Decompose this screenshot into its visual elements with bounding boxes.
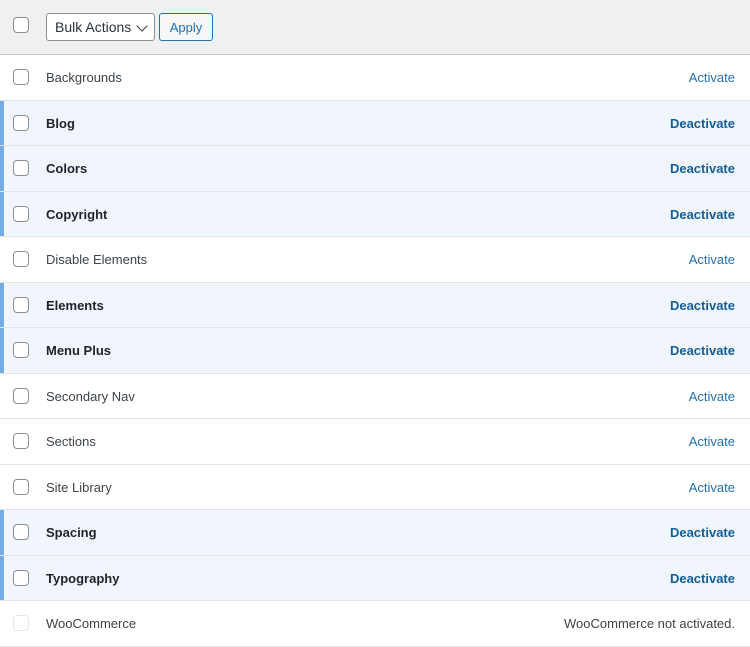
module-row: WooCommerce WooCommerce not activated.: [0, 601, 750, 647]
module-name: Sections: [46, 434, 96, 449]
module-action-link[interactable]: Activate: [689, 465, 735, 510]
apply-button[interactable]: Apply: [159, 13, 213, 41]
module-checkbox[interactable]: [13, 205, 29, 222]
module-name: Typography: [46, 570, 120, 586]
module-row: Site Library Activate: [0, 464, 750, 510]
module-row: Colors Deactivate: [0, 146, 750, 192]
chevron-down-icon: [136, 20, 148, 32]
module-checkbox[interactable]: [13, 387, 29, 404]
module-rows: Backgrounds Activate Blog Deactivate Col…: [0, 55, 750, 647]
module-action-link[interactable]: Deactivate: [670, 101, 735, 146]
module-row: Secondary Nav Activate: [0, 373, 750, 419]
module-name: Colors: [46, 161, 88, 176]
module-checkbox[interactable]: [13, 114, 29, 131]
module-action-link[interactable]: Activate: [689, 374, 735, 419]
module-checkbox[interactable]: [13, 342, 29, 358]
module-row: Menu Plus Deactivate: [0, 328, 750, 374]
bulk-actions-toolbar: Bulk Actions Apply: [0, 0, 750, 55]
module-row: Sections Activate: [0, 419, 750, 465]
module-checkbox[interactable]: [13, 478, 29, 495]
module-action-link[interactable]: Deactivate: [670, 328, 735, 373]
module-name: Elements: [46, 297, 104, 313]
select-all-checkbox[interactable]: [13, 17, 29, 33]
module-action-link[interactable]: Deactivate: [670, 510, 735, 555]
module-action-link[interactable]: Deactivate: [670, 146, 735, 191]
module-checkbox[interactable]: [13, 160, 29, 176]
module-name: Blog: [46, 115, 75, 131]
module-status-text: WooCommerce not activated.: [564, 616, 735, 631]
module-name: Site Library: [46, 479, 112, 495]
module-action-link[interactable]: Deactivate: [670, 192, 735, 237]
module-action-link[interactable]: Deactivate: [670, 556, 735, 601]
module-checkbox[interactable]: [13, 569, 29, 586]
module-row: Elements Deactivate: [0, 282, 750, 328]
bulk-actions-select[interactable]: Bulk Actions: [46, 13, 155, 41]
module-checkbox[interactable]: [13, 433, 29, 449]
module-row: Disable Elements Activate: [0, 237, 750, 283]
module-name: WooCommerce: [46, 616, 137, 631]
module-action-link[interactable]: Deactivate: [670, 283, 735, 328]
module-checkbox: [13, 615, 29, 631]
module-name: Copyright: [46, 206, 108, 222]
module-checkbox[interactable]: [13, 69, 29, 85]
module-action-link[interactable]: Activate: [689, 55, 735, 100]
module-row: Copyright Deactivate: [0, 191, 750, 237]
module-row: Spacing Deactivate: [0, 510, 750, 556]
bulk-actions-label: Bulk Actions: [55, 19, 132, 35]
modules-list: Bulk Actions Apply Backgrounds Activate …: [0, 0, 750, 647]
module-name: Spacing: [46, 525, 97, 540]
module-name: Backgrounds: [46, 70, 122, 85]
module-checkbox[interactable]: [13, 251, 29, 267]
module-name: Secondary Nav: [46, 388, 135, 404]
module-checkbox[interactable]: [13, 524, 29, 540]
module-row: Backgrounds Activate: [0, 55, 750, 101]
module-action-link[interactable]: Activate: [689, 237, 735, 282]
module-action-link[interactable]: Activate: [689, 419, 735, 464]
module-row: Blog Deactivate: [0, 100, 750, 146]
module-row: Typography Deactivate: [0, 555, 750, 601]
module-name: Menu Plus: [46, 343, 112, 358]
module-name: Disable Elements: [46, 252, 148, 267]
module-checkbox[interactable]: [13, 296, 29, 313]
